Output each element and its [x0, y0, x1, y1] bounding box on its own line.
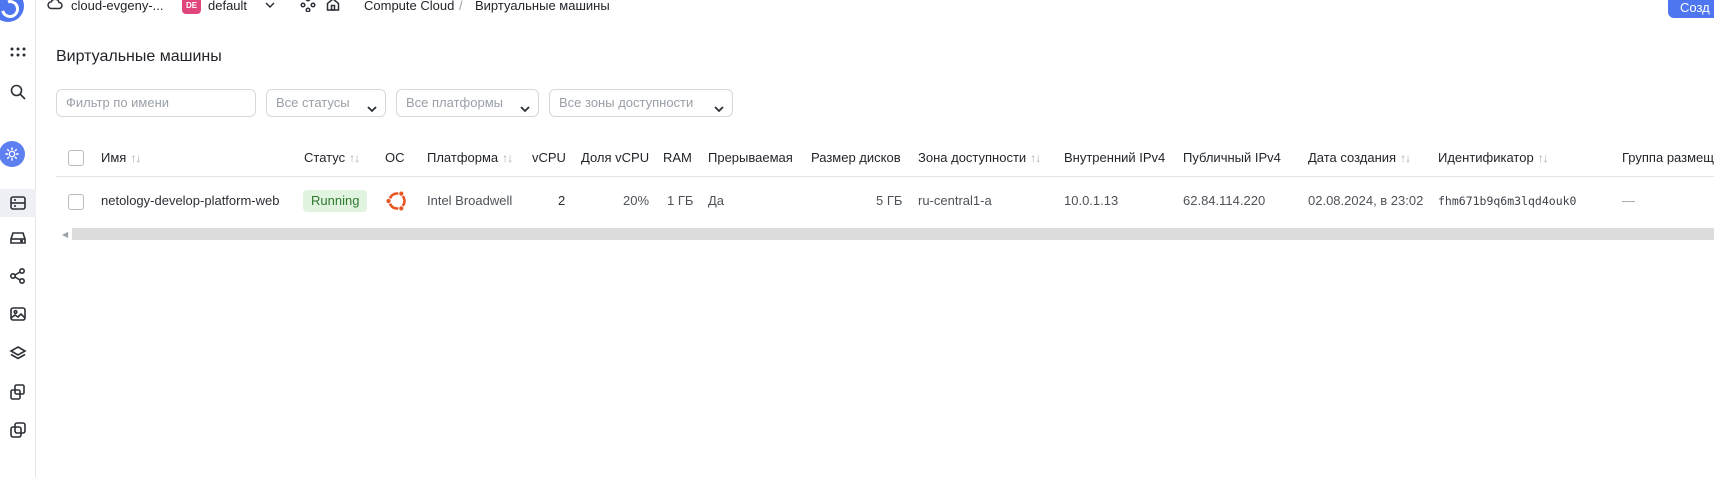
column-header-internal-ip: Внутренний IPv4	[1064, 150, 1166, 165]
service-map-icon[interactable]	[300, 0, 316, 13]
placement-group-cell: —	[1622, 193, 1635, 208]
status-filter-select[interactable]: Все статусы	[266, 89, 386, 117]
folder-selector[interactable]: default	[208, 0, 247, 14]
breadcrumb-current: Виртуальные машины	[475, 0, 610, 13]
horizontal-scrollbar[interactable]	[72, 228, 1714, 240]
cloud-selector[interactable]: cloud-evgeny-...	[71, 0, 164, 14]
sort-icon[interactable]: ↑↓	[1400, 151, 1411, 165]
sort-icon[interactable]: ↑↓	[1030, 151, 1041, 165]
ram-cell: 1 ГБ	[667, 193, 694, 208]
layers-icon[interactable]	[0, 340, 36, 368]
column-header-ram: RAM	[663, 150, 692, 165]
top-bar: cloud-evgeny-... DE default Compute Clou…	[36, 0, 1714, 22]
search-icon[interactable]	[0, 78, 36, 106]
ubuntu-icon	[384, 188, 410, 214]
chevron-down-icon	[366, 98, 377, 113]
copy-icon[interactable]	[0, 416, 36, 444]
compute-cloud-icon[interactable]	[0, 140, 30, 168]
gear-icon	[0, 141, 25, 167]
cloud-icon	[47, 0, 63, 10]
sort-icon[interactable]: ↑↓	[130, 151, 141, 165]
platform-filter-select[interactable]: Все платформы	[396, 89, 539, 117]
breadcrumb-separator: /	[459, 0, 463, 13]
zone-cell: ru-central1-a	[918, 193, 992, 208]
column-header-id[interactable]: Идентификатор ↑↓	[1438, 150, 1549, 166]
status-filter-value: Все статусы	[276, 95, 350, 110]
select-all-checkbox[interactable]	[68, 150, 84, 166]
column-header-os: ОС	[385, 150, 405, 165]
column-header-preemptible: Прерываемая	[708, 150, 793, 165]
column-header-disk-size: Размер дисков	[811, 150, 901, 165]
left-rail	[0, 0, 36, 477]
column-header-placement-group: Группа размещ	[1622, 150, 1714, 165]
yandex-cloud-logo-icon[interactable]	[0, 0, 24, 22]
vm-list-icon[interactable]	[0, 189, 36, 217]
network-icon[interactable]	[0, 262, 36, 290]
name-filter-input[interactable]: Фильтр по имени	[56, 89, 256, 117]
column-header-public-ip: Публичный IPv4	[1183, 150, 1281, 165]
breadcrumb-service[interactable]: Compute Cloud	[364, 0, 454, 14]
disk-icon[interactable]	[0, 224, 36, 252]
preemptible-cell: Да	[708, 193, 725, 208]
row-checkbox[interactable]	[68, 194, 84, 210]
image-icon[interactable]	[0, 300, 36, 328]
folder-badge: DE	[182, 0, 201, 14]
vcpu-share-cell: 20%	[623, 193, 650, 208]
chevron-down-icon[interactable]	[262, 0, 278, 11]
sort-icon[interactable]: ↑↓	[502, 151, 513, 165]
column-header-status[interactable]: Статус ↑↓	[304, 150, 360, 166]
column-header-platform[interactable]: Платформа ↑↓	[427, 150, 513, 166]
platform-cell: Intel Broadwell	[427, 193, 513, 208]
column-header-created[interactable]: Дата создания ↑↓	[1308, 150, 1411, 166]
sort-icon[interactable]: ↑↓	[1538, 151, 1549, 165]
column-header-zone[interactable]: Зона доступности ↑↓	[918, 150, 1041, 166]
column-header-vcpu-share: Доля vCPU	[581, 150, 650, 165]
created-cell: 02.08.2024, в 23:02	[1308, 193, 1424, 208]
create-vm-button[interactable]: Созд	[1668, 0, 1714, 18]
platform-filter-value: Все платформы	[406, 95, 503, 110]
zone-filter-select[interactable]: Все зоны доступности	[549, 89, 733, 117]
disk-size-cell: 5 ГБ	[876, 193, 903, 208]
header-divider	[56, 176, 1714, 177]
vm-name-link[interactable]: netology-develop-platform-web	[101, 193, 279, 209]
chevron-down-icon	[519, 98, 530, 113]
status-badge: Running	[303, 190, 368, 212]
cube-group-icon[interactable]	[0, 378, 36, 406]
internal-ip-cell: 10.0.1.13	[1064, 193, 1119, 208]
home-icon[interactable]	[325, 0, 341, 11]
page-title: Виртуальные машины	[56, 48, 222, 65]
public-ip-cell: 62.84.114.220	[1183, 193, 1266, 208]
vcpu-cell: 2	[558, 193, 566, 208]
scroll-left-icon[interactable]: ◀	[62, 230, 68, 239]
id-cell: fhm671b9q6m3lqd4ouk0	[1438, 194, 1577, 208]
chevron-down-icon	[713, 98, 724, 113]
column-header-vcpu: vCPU	[532, 150, 566, 165]
sort-icon[interactable]: ↑↓	[349, 151, 360, 165]
zone-filter-value: Все зоны доступности	[559, 95, 694, 110]
services-grid-icon[interactable]	[0, 38, 36, 66]
column-header-name[interactable]: Имя ↑↓	[101, 150, 141, 166]
